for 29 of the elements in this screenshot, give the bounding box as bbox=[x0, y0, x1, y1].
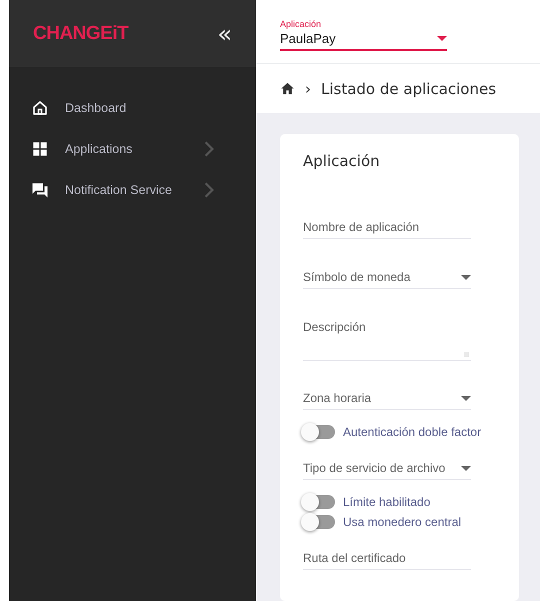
select-field[interactable]: Zona horaria bbox=[303, 391, 471, 410]
collapse-button[interactable]: « bbox=[217, 20, 232, 48]
sidebar-item[interactable]: Dashboard bbox=[9, 87, 256, 128]
textarea-field[interactable]: Descripción bbox=[303, 320, 471, 361]
toggle-switch[interactable] bbox=[303, 515, 335, 529]
card-title: Aplicación bbox=[303, 152, 381, 170]
page-title: Listado de aplicaciones bbox=[321, 80, 496, 98]
caret-icon bbox=[461, 466, 471, 470]
caret-icon bbox=[461, 396, 471, 400]
chat-icon bbox=[31, 180, 49, 198]
caret-icon bbox=[437, 36, 447, 41]
toggle-label: Autenticación doble factor bbox=[343, 425, 482, 439]
input-field[interactable]: Ruta del certificado bbox=[303, 551, 471, 570]
resize-grip-icon bbox=[464, 352, 469, 357]
home-icon bbox=[280, 81, 295, 96]
grid-icon bbox=[31, 140, 49, 158]
breadcrumb-separator: › bbox=[305, 80, 311, 98]
toggle-switch[interactable] bbox=[303, 495, 335, 509]
sidebar-item[interactable]: Notification Service bbox=[9, 169, 256, 210]
input-field[interactable]: Nombre de aplicación bbox=[303, 220, 471, 239]
sidebar-item[interactable]: Applications bbox=[9, 128, 256, 169]
toggle-label: Límite habilitado bbox=[343, 495, 430, 509]
select-field[interactable]: Símbolo de moneda bbox=[303, 270, 471, 289]
caret-icon bbox=[461, 274, 471, 280]
select-field[interactable]: Tipo de servicio de archivo bbox=[303, 461, 471, 480]
home-icon bbox=[31, 98, 49, 116]
toggle-label: Usa monedero central bbox=[343, 515, 462, 529]
toggle-switch[interactable] bbox=[303, 425, 335, 439]
application-select[interactable]: Aplicación PaulaPay bbox=[280, 12, 447, 51]
